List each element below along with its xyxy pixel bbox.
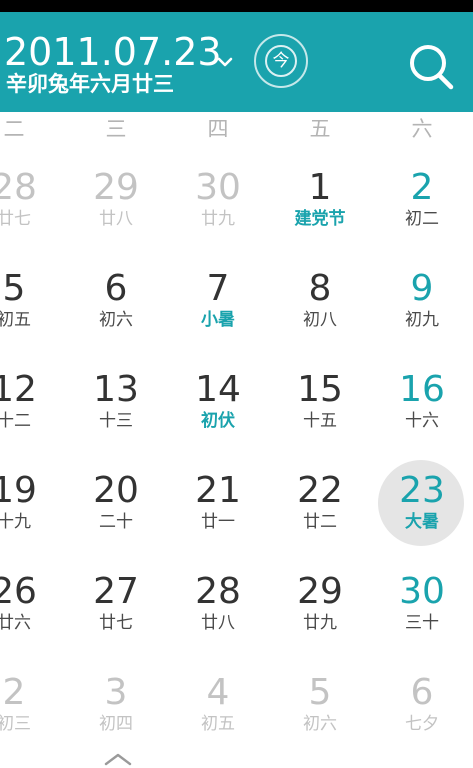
day-cell[interactable]: 7 小暑: [173, 261, 263, 341]
day-cell[interactable]: 29 廿九: [275, 564, 365, 644]
day-cell[interactable]: 21 廿一: [173, 463, 263, 543]
day-number: 28: [195, 571, 241, 612]
lunar-label: 十九: [0, 512, 31, 532]
day-number: 5: [2, 268, 26, 309]
lunar-label: 初八: [303, 310, 337, 330]
lunar-label: 廿二: [303, 512, 337, 532]
day-number: 15: [297, 369, 343, 410]
lunar-label: 廿八: [99, 209, 133, 229]
day-cell[interactable]: 22 廿二: [275, 463, 365, 543]
day-number: 30: [399, 571, 445, 612]
lunar-label: 三十: [405, 613, 439, 633]
day-cell[interactable]: 3 初四: [71, 665, 161, 745]
day-number: 29: [297, 571, 343, 612]
lunar-label: 七夕: [405, 714, 439, 734]
lunar-label: 初五: [0, 310, 31, 330]
day-number: 12: [0, 369, 37, 410]
day-number: 20: [93, 470, 139, 511]
day-cell[interactable]: 9 初九: [377, 261, 467, 341]
day-cell[interactable]: 14 初伏: [173, 362, 263, 442]
day-number: 29: [93, 167, 139, 208]
lunar-label: 十二: [0, 411, 31, 431]
lunar-label: 建党节: [294, 209, 346, 229]
lunar-label: 小暑: [201, 310, 235, 330]
day-number: 26: [0, 571, 37, 612]
day-cell[interactable]: 16 十六: [377, 362, 467, 442]
day-cell[interactable]: 15 十五: [275, 362, 365, 442]
day-number: 16: [399, 369, 445, 410]
day-cell[interactable]: 19 十九: [0, 463, 59, 543]
lunar-label: 初六: [99, 310, 133, 330]
day-number: 5: [308, 672, 332, 713]
lunar-label: 初伏: [201, 411, 235, 431]
day-number: 23: [399, 470, 445, 511]
day-number: 6: [104, 268, 128, 309]
lunar-label: 初九: [405, 310, 439, 330]
lunar-label: 廿八: [201, 613, 235, 633]
day-cell[interactable]: 6 初六: [71, 261, 161, 341]
day-cell[interactable]: 6 七夕: [377, 665, 467, 745]
day-number: 2: [410, 167, 434, 208]
day-cell[interactable]: 13 十三: [71, 362, 161, 442]
day-number: 9: [410, 268, 434, 309]
day-cell[interactable]: 30 三十: [377, 564, 467, 644]
day-number: 2: [2, 672, 26, 713]
lunar-label: 廿九: [201, 209, 235, 229]
day-number: 30: [195, 167, 241, 208]
day-cell[interactable]: 5 初六: [275, 665, 365, 745]
lunar-label: 十六: [405, 411, 439, 431]
day-number: 22: [297, 470, 343, 511]
day-cell[interactable]: 2 初二: [377, 160, 467, 240]
lunar-label: 大暑: [405, 512, 439, 532]
lunar-label: 十三: [99, 411, 133, 431]
day-number: 13: [93, 369, 139, 410]
day-cell[interactable]: 28 廿七: [0, 160, 59, 240]
selected-day-cell[interactable]: 23 大暑: [377, 460, 467, 546]
day-cell[interactable]: 12 十二: [0, 362, 59, 442]
lunar-label: 廿七: [0, 209, 31, 229]
day-cell[interactable]: 8 初八: [275, 261, 365, 341]
day-cell[interactable]: 30 廿九: [173, 160, 263, 240]
lunar-label: 廿六: [0, 613, 31, 633]
calendar-grid: 28 廿七 29 廿八 30 廿九 1 建党节 2 初二 5 初五 6 初六 7 小暑 8 初八 9 初九 12 十二 13…: [0, 0, 473, 768]
lunar-label: 廿七: [99, 613, 133, 633]
lunar-label: 初六: [303, 714, 337, 734]
lunar-label: 初五: [201, 714, 235, 734]
lunar-label: 廿一: [201, 512, 235, 532]
day-cell[interactable]: 28 廿八: [173, 564, 263, 644]
day-number: 14: [195, 369, 241, 410]
day-cell[interactable]: 26 廿六: [0, 564, 59, 644]
day-cell[interactable]: 20 二十: [71, 463, 161, 543]
day-cell[interactable]: 4 初五: [173, 665, 263, 745]
day-number: 1: [308, 167, 332, 208]
lunar-label: 二十: [99, 512, 133, 532]
lunar-label: 初三: [0, 714, 31, 734]
day-cell[interactable]: 2 初三: [0, 665, 59, 745]
day-number: 21: [195, 470, 241, 511]
day-number: 28: [0, 167, 37, 208]
day-cell[interactable]: 1 建党节: [275, 160, 365, 240]
day-number: 6: [410, 672, 434, 713]
lunar-label: 初四: [99, 714, 133, 734]
day-number: 4: [206, 672, 230, 713]
day-number: 7: [206, 268, 230, 309]
lunar-label: 初二: [405, 209, 439, 229]
lunar-label: 十五: [303, 411, 337, 431]
day-cell[interactable]: 27 廿七: [71, 564, 161, 644]
day-number: 27: [93, 571, 139, 612]
day-number: 8: [308, 268, 332, 309]
day-cell[interactable]: 29 廿八: [71, 160, 161, 240]
day-number: 3: [104, 672, 128, 713]
day-number: 19: [0, 470, 37, 511]
lunar-label: 廿九: [303, 613, 337, 633]
day-cell[interactable]: 5 初五: [0, 261, 59, 341]
